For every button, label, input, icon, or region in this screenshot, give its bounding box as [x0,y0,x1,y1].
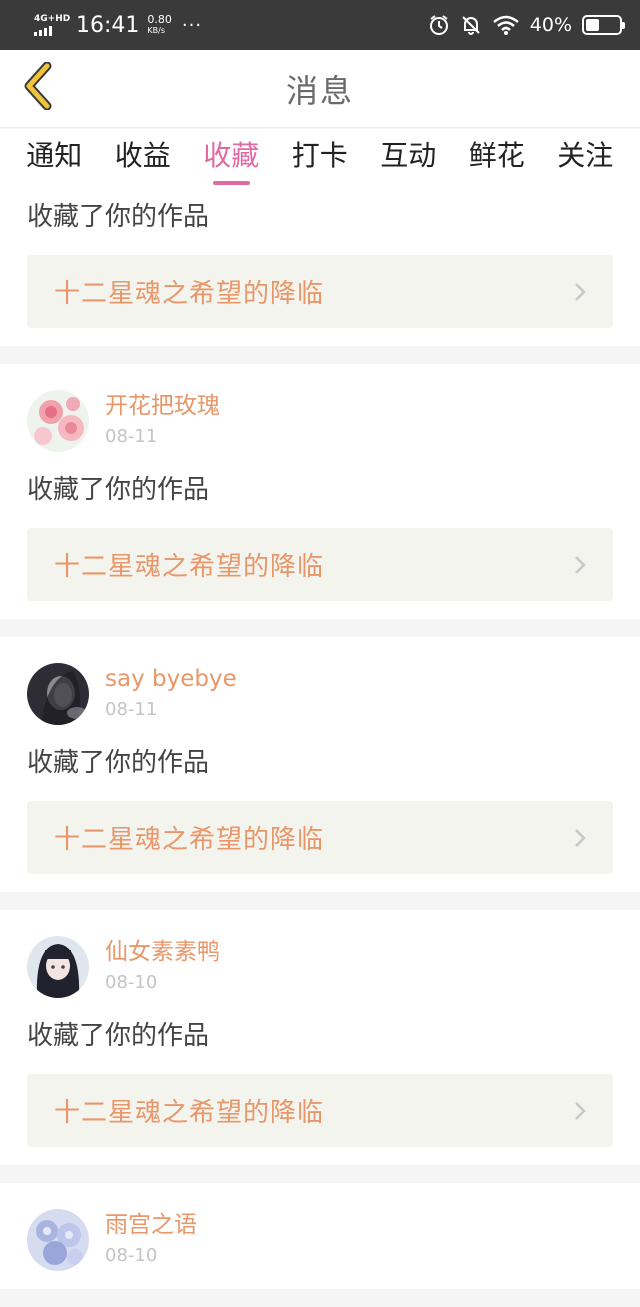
chevron-left-icon [21,61,55,114]
message-card: 雨宫之语 08-10 [0,1183,640,1289]
message-card: say byebye 08-11 收藏了你的作品 十二星魂之希望的降临 [0,637,640,892]
user-name[interactable]: 仙女素素鸭 [105,937,220,967]
user-row: say byebye 08-11 [27,663,613,725]
back-button[interactable] [12,61,64,114]
bell-muted-icon [460,14,482,36]
chevron-right-icon [573,281,587,303]
status-time: 16:41 [76,12,140,38]
avatar-anime-girl [27,936,89,998]
speed-unit: KB/s [147,26,166,35]
wifi-icon [492,14,520,36]
action-text: 收藏了你的作品 [27,1021,210,1051]
battery-percent: 40% [529,14,572,36]
avatar-roses [27,390,89,452]
user-info: say byebye 08-11 [105,664,237,724]
user-info: 仙女素素鸭 08-10 [105,937,220,997]
user-name[interactable]: say byebye [105,664,237,694]
nav-bar: 消息 [0,50,640,128]
work-link[interactable]: 十二星魂之希望的降临 [27,255,613,328]
user-row: 雨宫之语 08-10 [27,1209,613,1271]
battery-icon [582,15,625,35]
user-name[interactable]: 开花把玫瑰 [105,391,220,421]
user-info: 开花把玫瑰 08-11 [105,391,220,451]
network-speed: 0.80 KB/s [147,14,172,36]
more-notifications: ··· [181,14,203,36]
battery-fill [586,19,599,31]
action-text: 收藏了你的作品 [27,475,210,505]
message-date: 08-11 [105,426,158,447]
message-card: 收藏了你的作品 十二星魂之希望的降临 [0,189,640,346]
avatar-dark-portrait [27,663,89,725]
message-date: 08-10 [105,1245,158,1266]
user-row: 开花把玫瑰 08-11 [27,390,613,452]
tab-checkin[interactable]: 打卡 [276,129,365,189]
work-link[interactable]: 十二星魂之希望的降临 [27,528,613,601]
tab-follows[interactable]: 关注 [541,129,630,189]
avatar[interactable] [27,663,89,725]
status-bar: 4G+HD 16:41 0.80 KB/s ··· 40% [0,0,640,50]
avatar[interactable] [27,1209,89,1271]
user-row: 仙女素素鸭 08-10 [27,936,613,998]
action-text: 收藏了你的作品 [27,748,210,778]
message-date: 08-11 [105,699,158,720]
message-card: 仙女素素鸭 08-10 收藏了你的作品 十二星魂之希望的降临 [0,910,640,1165]
work-title: 十二星魂之希望的降临 [54,279,325,309]
work-title: 十二星魂之希望的降临 [54,1098,325,1128]
chevron-right-icon [573,554,587,576]
tab-notifications[interactable]: 通知 [10,129,99,189]
tab-bar: 通知 收益 收藏 打卡 互动 鲜花 关注 [0,129,640,189]
alarm-icon [428,14,450,36]
work-link[interactable]: 十二星魂之希望的降临 [27,1074,613,1147]
message-card: 开花把玫瑰 08-11 收藏了你的作品 十二星魂之希望的降临 [0,364,640,619]
tab-favorites[interactable]: 收藏 [187,129,276,189]
tab-flowers[interactable]: 鲜花 [453,129,542,189]
network-indicator: 4G+HD [34,14,72,36]
user-name[interactable]: 雨宫之语 [105,1210,197,1240]
message-feed: 收藏了你的作品 十二星魂之希望的降临 开花把玫瑰 08-11 收藏了你的作品 十… [0,189,640,1307]
work-title: 十二星魂之希望的降临 [54,825,325,855]
action-text: 收藏了你的作品 [27,202,210,232]
speed-value: 0.80 [147,13,172,26]
avatar[interactable] [27,390,89,452]
work-title: 十二星魂之希望的降临 [54,552,325,582]
tab-earnings[interactable]: 收益 [99,129,188,189]
user-info: 雨宫之语 08-10 [105,1210,197,1270]
message-date: 08-10 [105,972,158,993]
avatar-blue-flowers [27,1209,89,1271]
chevron-right-icon [573,827,587,849]
signal-icon [34,26,52,36]
tab-interaction[interactable]: 互动 [364,129,453,189]
chevron-right-icon [573,1100,587,1122]
work-link[interactable]: 十二星魂之希望的降临 [27,801,613,874]
avatar[interactable] [27,936,89,998]
page-title: 消息 [285,71,354,110]
network-type: 4G+HD [34,14,71,24]
